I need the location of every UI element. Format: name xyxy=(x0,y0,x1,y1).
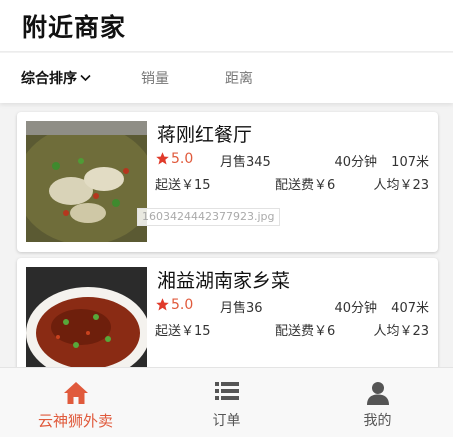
tab-profile[interactable]: 我的 xyxy=(302,368,453,437)
shop-eta: 40分钟 xyxy=(334,155,377,170)
shop-stats: 5.0 月售36 40分钟 407米 xyxy=(155,296,429,316)
shop-delivery-fee: 配送费￥6 xyxy=(275,324,336,339)
tab-bar: 云神狮外卖 订单 我的 xyxy=(0,367,453,437)
star-icon xyxy=(156,298,169,311)
tab-home-label: 云神狮外卖 xyxy=(37,412,113,430)
sort-comprehensive-label: 综合排序 xyxy=(21,71,77,87)
shop-list: 蒋刚红餐厅 5.0 月售345 40分钟 107米 起送￥15 配送费￥6 人均… xyxy=(0,104,453,367)
header: 附近商家 xyxy=(0,0,453,52)
sort-comprehensive[interactable]: 综合排序 xyxy=(21,68,91,88)
shop-fees: 起送￥15 配送费￥6 人均￥23 xyxy=(155,173,429,193)
shop-fees: 起送￥15 配送费￥6 人均￥23 xyxy=(155,319,429,339)
shop-sales: 月售36 xyxy=(220,301,263,316)
shop-avg-price: 人均￥23 xyxy=(373,324,429,339)
shop-avg-price: 人均￥23 xyxy=(373,178,429,193)
tab-orders[interactable]: 订单 xyxy=(151,368,302,437)
shop-card[interactable]: 湘益湖南家乡菜 5.0 月售36 40分钟 407米 起送￥15 配送费￥6 人… xyxy=(17,258,438,367)
tab-home[interactable]: 云神狮外卖 xyxy=(0,368,151,437)
shop-sales: 月售345 xyxy=(220,155,271,170)
chevron-down-icon xyxy=(80,74,91,81)
page-title: 附近商家 xyxy=(22,13,127,42)
shop-distance: 407米 xyxy=(391,301,429,316)
shop-stats: 5.0 月售345 40分钟 107米 xyxy=(155,150,429,170)
tab-profile-label: 我的 xyxy=(363,413,392,429)
shop-distance: 107米 xyxy=(391,155,429,170)
shop-min-order: 起送￥15 xyxy=(155,178,211,193)
shop-rating: 5.0 xyxy=(171,297,194,313)
shop-min-order: 起送￥15 xyxy=(155,324,211,339)
shop-card[interactable]: 蒋刚红餐厅 5.0 月售345 40分钟 107米 起送￥15 配送费￥6 人均… xyxy=(17,112,438,252)
list-icon xyxy=(214,382,239,400)
star-icon xyxy=(156,152,169,165)
shop-name: 湘益湖南家乡菜 xyxy=(157,270,291,292)
shop-delivery-fee: 配送费￥6 xyxy=(275,178,336,193)
shop-image xyxy=(26,121,147,242)
tab-orders-label: 订单 xyxy=(212,413,241,429)
user-icon xyxy=(366,382,389,405)
shop-eta: 40分钟 xyxy=(334,301,377,316)
sort-distance[interactable]: 距离 xyxy=(225,68,253,88)
shop-image xyxy=(26,267,147,367)
image-caption: 1603424442377923.jpg xyxy=(137,208,280,226)
sort-bar: 综合排序 销量 距离 xyxy=(0,53,453,103)
home-icon xyxy=(63,382,88,404)
sort-sales[interactable]: 销量 xyxy=(141,68,169,88)
shop-rating: 5.0 xyxy=(171,151,194,167)
shop-name: 蒋刚红餐厅 xyxy=(157,124,253,146)
